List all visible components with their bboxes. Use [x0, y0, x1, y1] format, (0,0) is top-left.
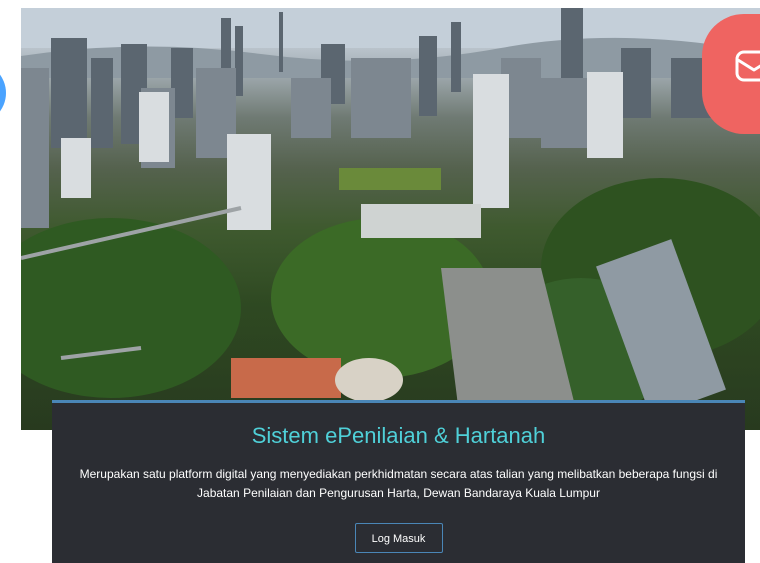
intro-card: Sistem ePenilaian & Hartanah Merupakan s… — [52, 400, 745, 563]
page-title: Sistem ePenilaian & Hartanah — [251, 423, 546, 448]
hero-city-image — [21, 8, 760, 430]
contact-fab-button[interactable] — [702, 14, 760, 134]
intro-description: Merupakan satu platform digital yang men… — [79, 467, 718, 500]
mail-open-icon — [735, 50, 760, 82]
login-button[interactable]: Log Masuk — [354, 523, 443, 553]
city-skyline-illustration — [21, 8, 760, 430]
side-nav-tab-left[interactable] — [0, 62, 6, 124]
